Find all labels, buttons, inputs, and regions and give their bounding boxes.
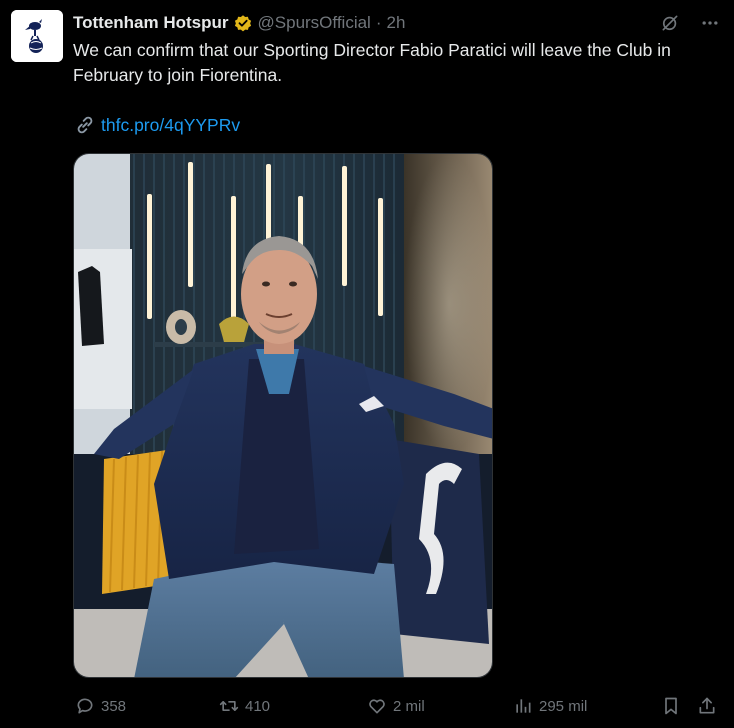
repost-count: 410 bbox=[245, 697, 271, 715]
tweet-header: Tottenham Hotspur @SpursOfficial · 2h bbox=[73, 11, 405, 35]
tweet-photo[interactable] bbox=[73, 153, 493, 678]
like-button[interactable]: 2 mil bbox=[365, 694, 425, 718]
top-actions bbox=[658, 11, 722, 35]
share-icon bbox=[695, 694, 719, 718]
account-name[interactable]: Tottenham Hotspur bbox=[73, 13, 229, 33]
tweet-link[interactable]: thfc.pro/4qYYPRv bbox=[73, 113, 240, 137]
tweet-timestamp[interactable]: 2h bbox=[387, 13, 406, 33]
tweet-actions: 358 410 2 mil 295 mil bbox=[73, 694, 723, 718]
more-icon[interactable] bbox=[698, 11, 722, 35]
link-text[interactable]: thfc.pro/4qYYPRv bbox=[101, 115, 240, 136]
bookmark-icon bbox=[659, 694, 683, 718]
views-button[interactable]: 295 mil bbox=[511, 694, 587, 718]
reply-button[interactable]: 358 bbox=[73, 694, 126, 718]
like-count: 2 mil bbox=[393, 697, 425, 715]
verified-badge-icon[interactable] bbox=[233, 13, 253, 33]
retweet-icon bbox=[217, 694, 241, 718]
views-bar-chart-icon bbox=[511, 694, 535, 718]
reply-icon bbox=[73, 694, 97, 718]
views-count: 295 mil bbox=[539, 697, 588, 715]
bookmark-button[interactable] bbox=[659, 694, 687, 718]
photo-image bbox=[74, 154, 492, 677]
grok-icon[interactable] bbox=[658, 11, 682, 35]
tweet-text: We can confirm that our Sporting Directo… bbox=[73, 40, 671, 85]
heart-icon bbox=[365, 694, 389, 718]
account-handle[interactable]: @SpursOfficial bbox=[258, 13, 371, 33]
link-chain-icon bbox=[73, 113, 97, 137]
repost-button[interactable]: 410 bbox=[217, 694, 270, 718]
tweet[interactable]: Tottenham Hotspur @SpursOfficial · 2h We… bbox=[0, 0, 734, 728]
spurs-cockerel-logo bbox=[11, 10, 63, 62]
avatar[interactable] bbox=[11, 10, 63, 62]
separator-dot: · bbox=[375, 13, 382, 32]
share-button[interactable] bbox=[695, 694, 723, 718]
reply-count: 358 bbox=[101, 697, 127, 715]
